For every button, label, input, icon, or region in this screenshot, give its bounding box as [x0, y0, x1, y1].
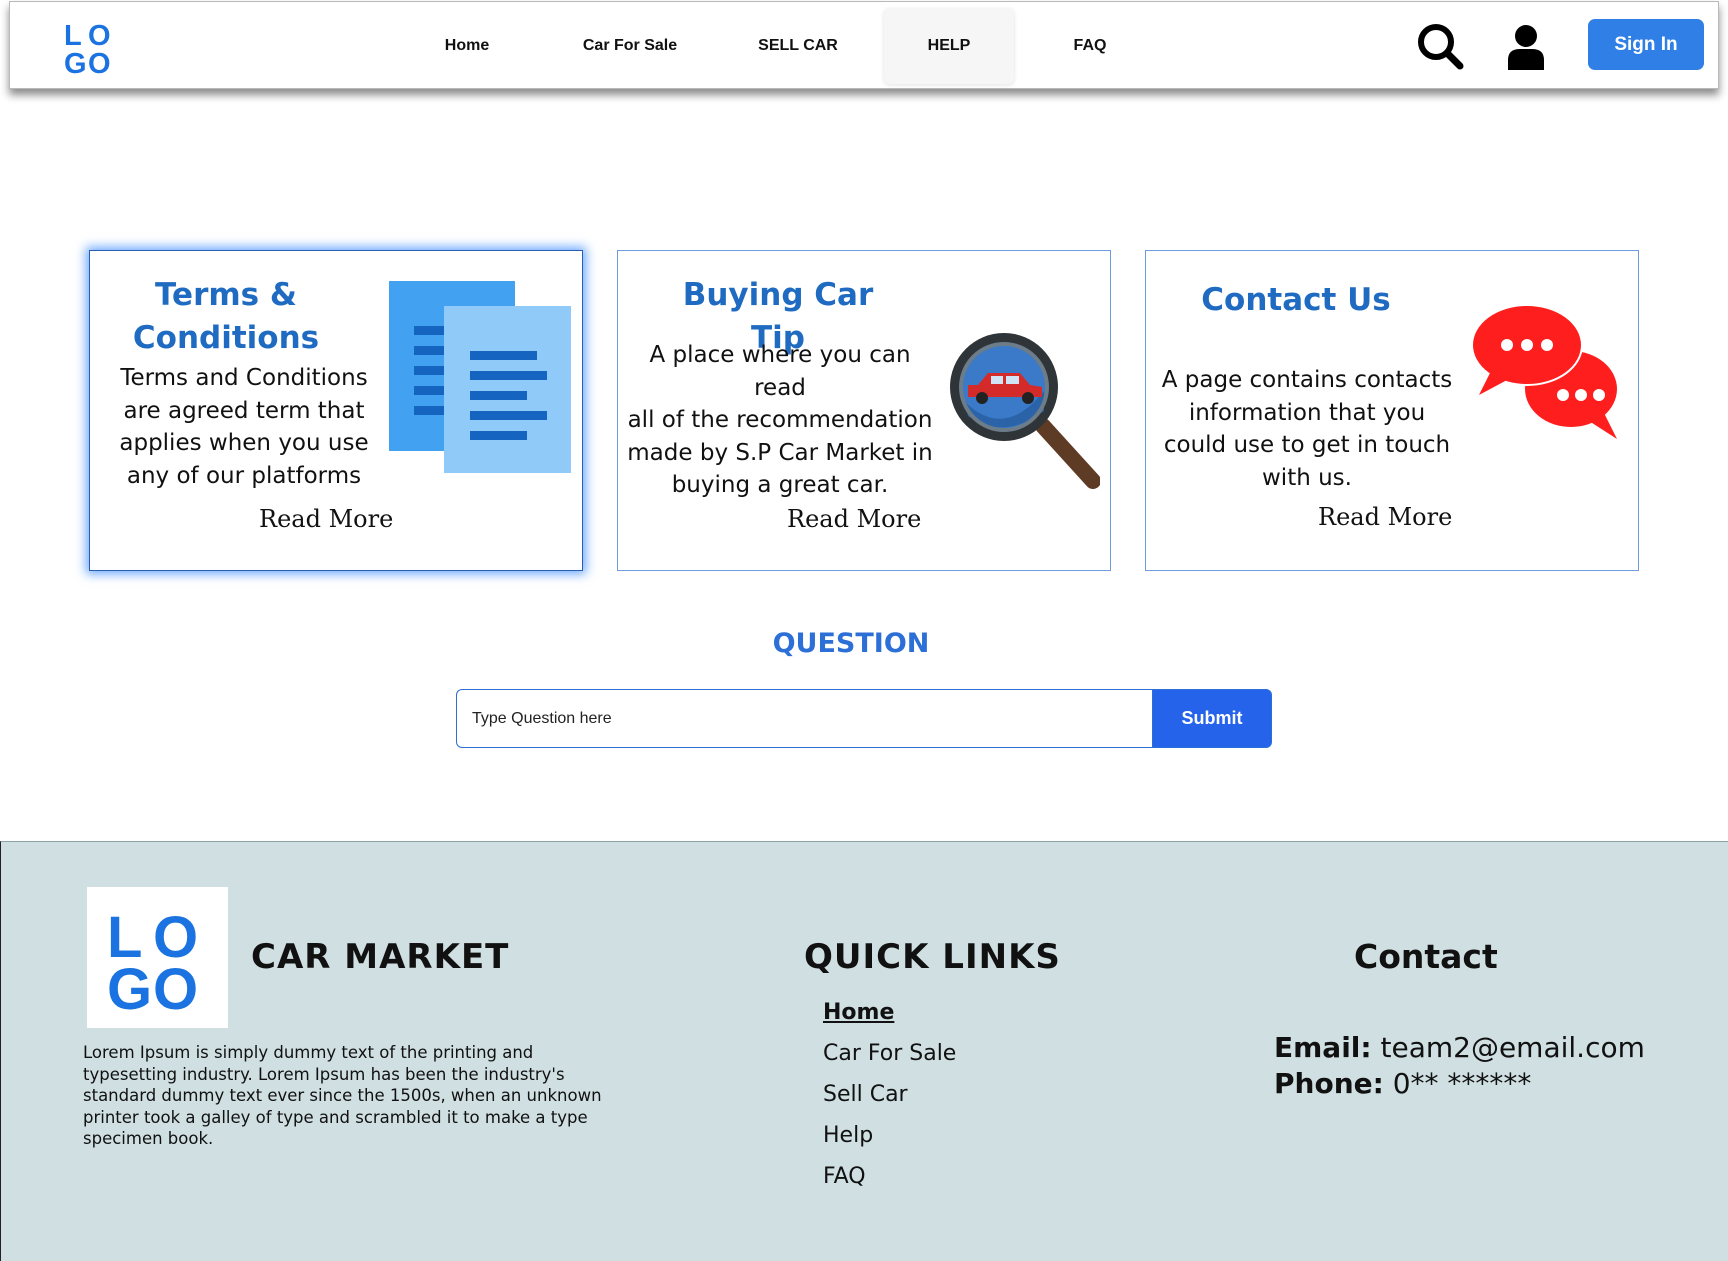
- sign-in-button[interactable]: Sign In: [1588, 19, 1704, 70]
- nav-car-for-sale[interactable]: Car For Sale: [558, 8, 702, 84]
- question-input[interactable]: [456, 689, 1154, 748]
- contact-heading: Contact: [1354, 937, 1498, 976]
- footer-logo-icon: L O G O: [87, 887, 228, 1028]
- svg-text:O: O: [153, 957, 198, 1022]
- footer: L O G O CAR MARKET Lorem Ipsum is simply…: [0, 841, 1728, 1261]
- footer-link-home[interactable]: Home: [823, 1000, 894, 1025]
- phone-value: 0** ******: [1392, 1067, 1532, 1100]
- read-more-link[interactable]: Read More: [787, 505, 921, 533]
- logo-icon[interactable]: L O G O: [62, 20, 122, 76]
- brand-name: CAR MARKET: [251, 937, 510, 977]
- card-description: A page contains contacts information tha…: [1161, 367, 1453, 491]
- card-title: Contact Us: [1201, 282, 1391, 318]
- svg-text:O: O: [88, 48, 111, 76]
- quick-links-heading: QUICK LINKS: [804, 937, 1061, 977]
- svg-text:G: G: [107, 957, 152, 1022]
- magnifier-car-icon: [950, 333, 1100, 489]
- search-icon[interactable]: [1416, 22, 1466, 72]
- card-buying-car-tip[interactable]: Buying Car Tip A place where you can rea…: [617, 250, 1111, 571]
- card-title: Terms & Conditions: [132, 277, 320, 356]
- documents-icon: [389, 281, 571, 473]
- footer-link-help[interactable]: Help: [823, 1123, 873, 1148]
- card-terms-conditions[interactable]: Terms & Conditions Terms and Conditions …: [89, 250, 583, 571]
- footer-link-car-for-sale[interactable]: Car For Sale: [823, 1041, 956, 1066]
- svg-text:G: G: [64, 48, 87, 76]
- submit-button[interactable]: Submit: [1152, 689, 1272, 748]
- card-contact-us[interactable]: Contact Us A page contains contacts info…: [1145, 250, 1639, 571]
- read-more-link[interactable]: Read More: [1318, 503, 1452, 531]
- email-label: Email:: [1274, 1031, 1372, 1064]
- user-icon[interactable]: [1506, 24, 1546, 70]
- phone-label: Phone:: [1274, 1067, 1384, 1100]
- top-navbar: L O G O Home Car For Sale SELL CAR HELP …: [9, 1, 1719, 89]
- card-description: A place where you can read all of the re…: [627, 342, 933, 498]
- chat-bubbles-icon: [1471, 304, 1617, 439]
- footer-link-faq[interactable]: FAQ: [823, 1164, 866, 1189]
- footer-description: Lorem Ipsum is simply dummy text of the …: [83, 1043, 602, 1148]
- footer-link-sell-car[interactable]: Sell Car: [823, 1082, 908, 1107]
- card-description: Terms and Conditions are agreed term tha…: [119, 365, 369, 489]
- nav-sell-car[interactable]: SELL CAR: [728, 8, 868, 84]
- email-value[interactable]: team2@email.com: [1381, 1031, 1645, 1064]
- nav-help[interactable]: HELP: [884, 8, 1014, 84]
- read-more-link[interactable]: Read More: [259, 505, 393, 533]
- question-heading: QUESTION: [772, 628, 930, 659]
- contact-email: Email: team2@email.com: [1274, 1031, 1645, 1064]
- nav-faq[interactable]: FAQ: [1040, 8, 1140, 84]
- contact-phone: Phone: 0** ******: [1274, 1067, 1531, 1100]
- nav-home[interactable]: Home: [402, 8, 532, 84]
